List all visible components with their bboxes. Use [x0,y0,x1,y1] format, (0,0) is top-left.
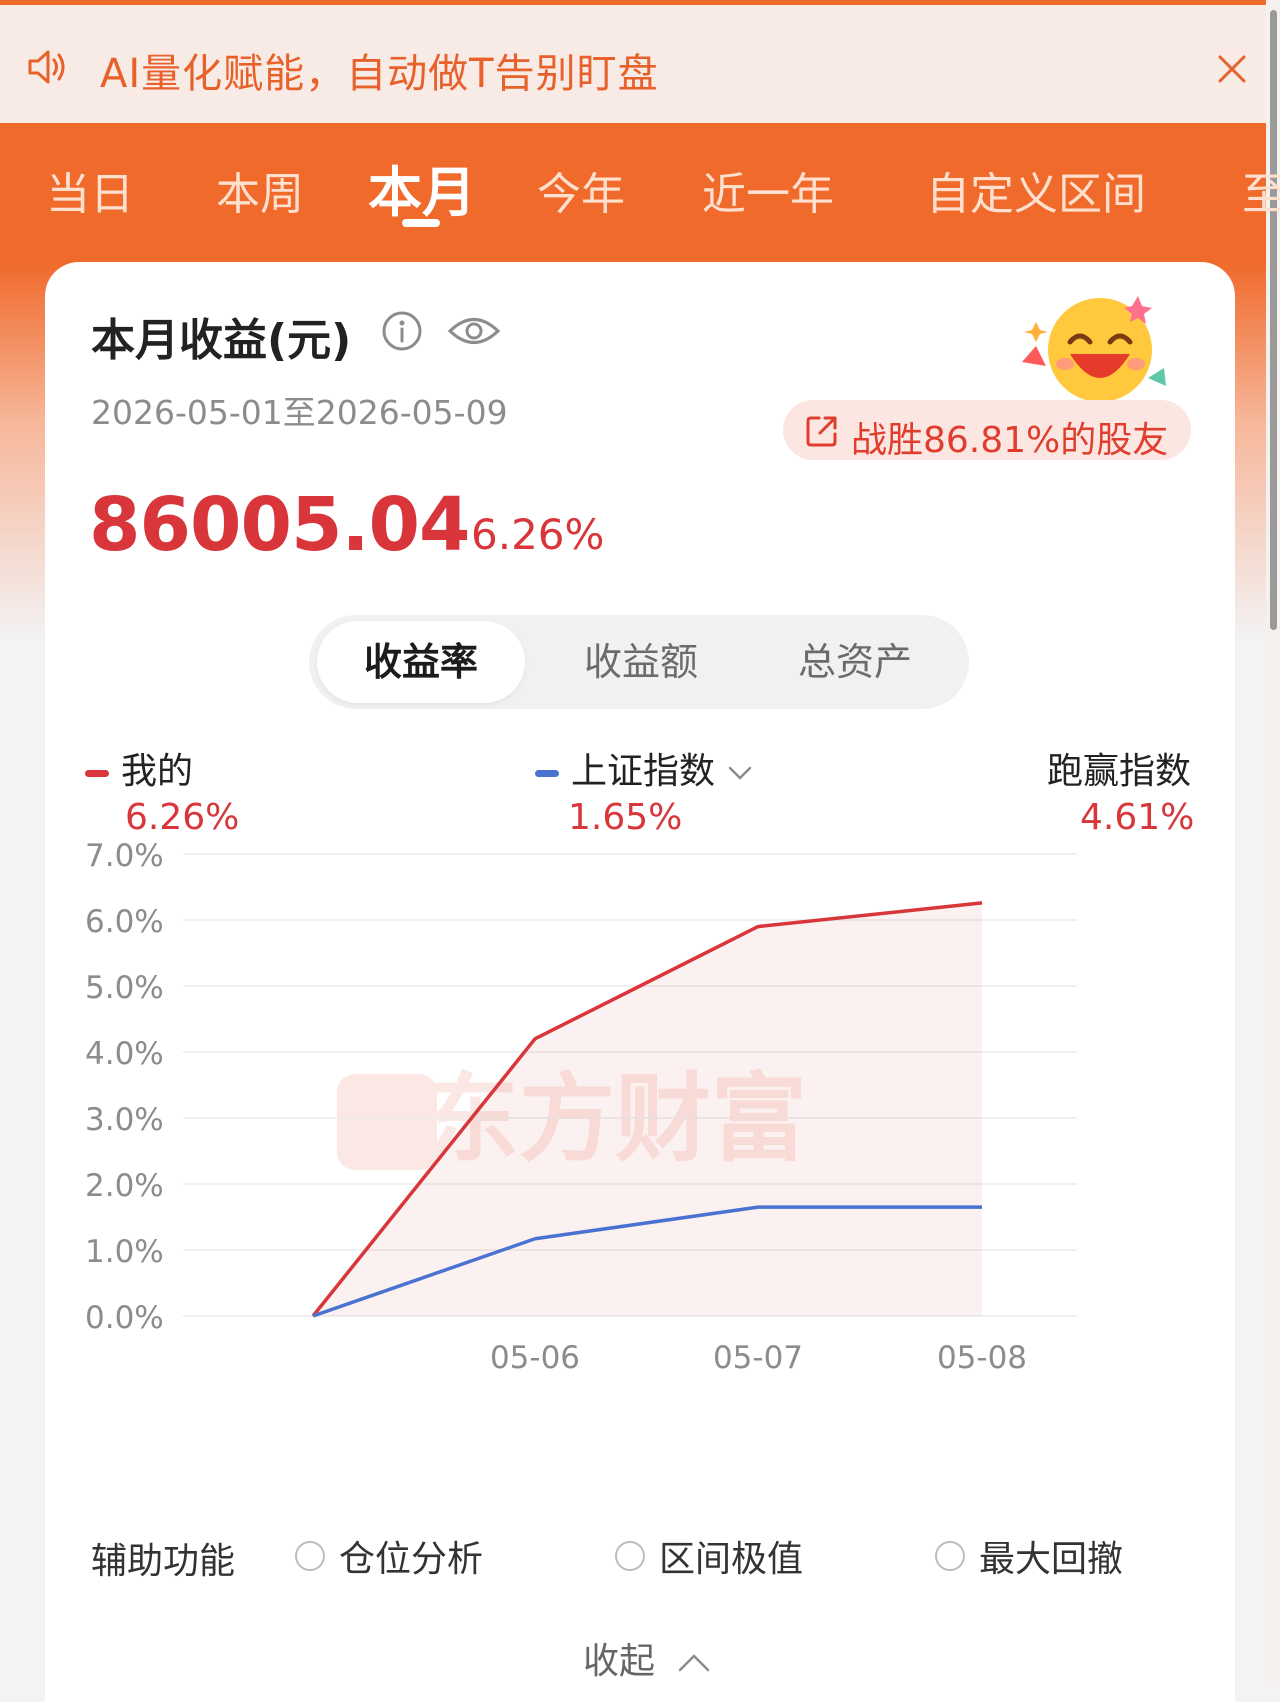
segment-total-assets[interactable]: 总资产 [751,615,959,709]
y-tick-label: 6.0% [85,904,164,940]
chevron-down-icon [729,766,752,780]
aux-range-extreme[interactable]: 区间极值 [615,1530,803,1582]
scrollbar-thumb[interactable] [1270,10,1277,630]
legend-mine-swatch [85,769,109,777]
speaker-icon [28,50,65,84]
scrollbar-track [1266,0,1280,1686]
y-tick-label: 5.0% [85,970,164,1006]
aux-max-drawdown-label: 最大回撤 [979,1539,1124,1580]
tab-today[interactable]: 当日 [46,158,134,222]
tab-year[interactable]: 今年 [537,158,625,222]
tab-last-year[interactable]: 近一年 [702,158,834,222]
x-tick-label: 05-08 [937,1340,1027,1376]
y-tick-label: 4.0% [85,1036,164,1072]
aux-functions-title: 辅助功能 [91,1541,236,1582]
tab-more[interactable]: 至 [1242,158,1280,222]
notice-text: AI量化赋能，自动做T告别盯盘 [100,51,659,97]
profit-amount: 86005.04 [89,482,471,568]
profit-percent: 6.26% [471,510,605,559]
tab-month[interactable]: 本月 [368,148,476,227]
radio-max-drawdown[interactable] [935,1541,965,1571]
legend-index-label: 上证指数 [571,751,716,792]
radio-position-analysis[interactable] [295,1541,325,1571]
card-title: 本月收益(元) [91,315,352,366]
aux-position-analysis[interactable]: 仓位分析 [295,1530,483,1582]
share-icon [806,416,837,447]
eye-icon[interactable] [447,312,501,350]
tab-week[interactable]: 本周 [216,158,304,222]
x-tick-label: 05-06 [490,1340,580,1376]
y-tick-label: 7.0% [85,838,164,874]
beat-share-button[interactable]: 战胜86.81%的股友 [783,400,1191,461]
legend-mine-label: 我的 [121,751,194,792]
date-range: 2026-05-01至2026-05-09 [91,393,508,432]
aux-max-drawdown[interactable]: 最大回撤 [935,1530,1123,1582]
legend-mine: 我的 [85,742,193,794]
radio-range-extreme[interactable] [615,1541,645,1571]
aux-range-extreme-label: 区间极值 [659,1539,804,1580]
legend-index-selector[interactable]: 上证指数 [535,742,754,794]
notice-banner[interactable]: AI量化赋能，自动做T告别盯盘 [0,5,1266,123]
return-rate-chart: 东方财富7.0%6.0%5.0%4.0%3.0%2.0%1.0%0.0%05-0… [85,838,1077,1376]
y-tick-label: 3.0% [85,1102,164,1138]
happy-face-icon [1022,296,1166,402]
segment-return-rate[interactable]: 收益率 [317,621,525,703]
legend-index-swatch [535,769,559,777]
active-tab-indicator [402,219,440,227]
y-tick-label: 1.0% [85,1234,164,1270]
collapse-label: 收起 [583,1641,656,1682]
beat-text: 战胜86.81%的股友 [851,420,1169,461]
collapse-button[interactable]: 收起 [583,1632,712,1684]
period-tabs: 当日 本周 本月 今年 近一年 自定义区间 至 [0,123,1280,263]
y-tick-label: 2.0% [85,1168,164,1204]
metric-segmented-control: 收益率 收益额 总资产 [309,615,969,709]
chevron-up-icon [679,1654,710,1672]
legend-outperform-label: 跑赢指数 [1047,751,1192,792]
tab-custom-range[interactable]: 自定义区间 [926,158,1146,222]
watermark-logo [337,1074,437,1170]
info-icon[interactable] [381,310,423,352]
profit-card: 本月收益(元) 2026-05-01至2026-05-09 战胜86.81%的股… [45,262,1235,1702]
close-icon[interactable] [1212,49,1252,89]
aux-position-analysis-label: 仓位分析 [339,1539,484,1580]
y-tick-label: 0.0% [85,1300,164,1336]
segment-return-amount[interactable]: 收益额 [537,615,745,709]
x-tick-label: 05-07 [713,1340,803,1376]
